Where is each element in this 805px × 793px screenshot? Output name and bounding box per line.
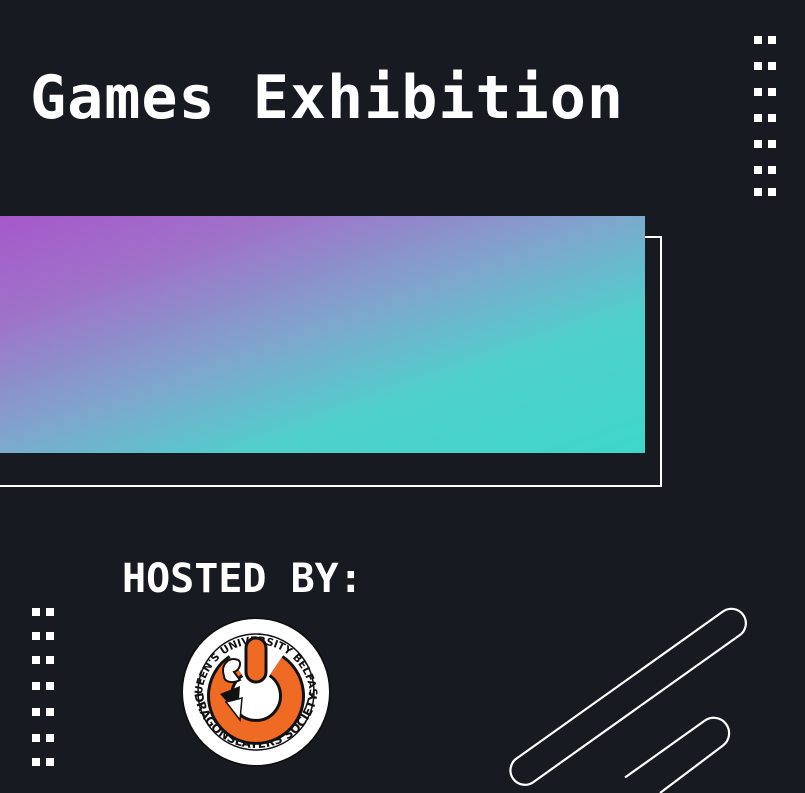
hosted-by-label: HOSTED BY: — [122, 556, 363, 602]
dot-grid-top-right — [754, 36, 776, 196]
dot-grid-bottom-left — [32, 608, 54, 766]
dragonslayers-society-logo: QUEEN'S UNIVERSITY BELFAST DRAGONSLAYERS… — [176, 607, 332, 768]
decorative-pill-lines — [509, 607, 747, 793]
page-title: Games Exhibition — [30, 63, 624, 133]
gradient-banner — [0, 216, 645, 453]
